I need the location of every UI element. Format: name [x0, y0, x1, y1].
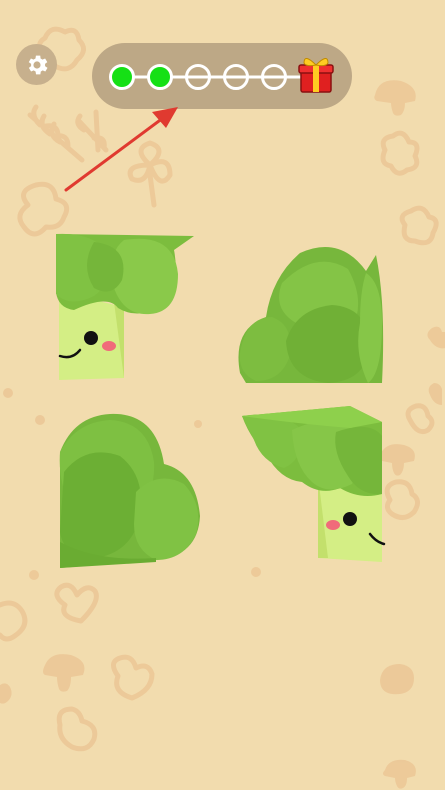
puzzle-piece-top-right[interactable] — [236, 243, 386, 385]
gift-icon[interactable] — [298, 56, 334, 94]
settings-button[interactable] — [16, 44, 57, 85]
progress-step-2 — [147, 64, 173, 90]
puzzle-piece-bottom-left[interactable] — [56, 412, 204, 572]
puzzle-piece-bottom-right[interactable] — [240, 404, 386, 566]
background-pattern — [0, 26, 445, 789]
gear-icon — [28, 55, 48, 74]
progress-step-3 — [185, 64, 211, 90]
puzzle-piece-top-left[interactable] — [54, 232, 196, 382]
progress-step-1 — [109, 64, 135, 90]
progress-step-4 — [223, 64, 249, 90]
level-progress-bar — [92, 43, 352, 109]
progress-step-5 — [261, 64, 287, 90]
